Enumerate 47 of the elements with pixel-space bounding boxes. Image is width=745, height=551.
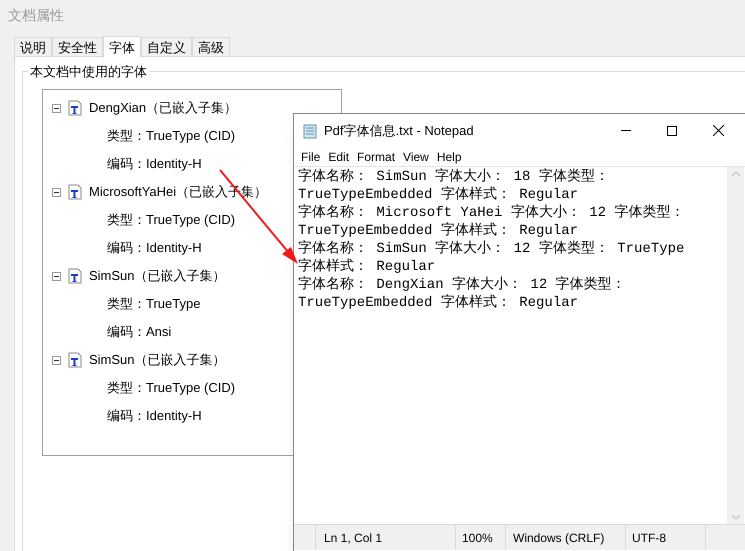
collapse-icon[interactable]	[52, 104, 61, 112]
notepad-title: Pdf字体信息.txt - Notepad	[324, 122, 474, 140]
font-name[interactable]: SimSun（已嵌入子集）	[89, 350, 226, 370]
collapse-icon[interactable]	[52, 356, 61, 364]
text-line: TrueTypeEmbedded 字体样式： Regular	[298, 222, 578, 240]
status-text: Ln 1, Col 1	[316, 525, 456, 550]
font-property: 类型：TrueType (CID)	[107, 379, 236, 398]
status-text: 100%	[456, 525, 506, 550]
text-line: 字体样式： Regular	[298, 258, 436, 276]
maximize-icon	[667, 126, 677, 136]
font-property: 类型：TrueType	[107, 295, 200, 314]
text-line: 字体名称： SimSun 字体大小： 12 字体类型： TrueType	[298, 240, 684, 258]
notepad-icon	[302, 122, 318, 138]
text-line: 字体名称： Microsoft YaHei 字体大小： 12 字体类型：	[298, 204, 684, 222]
window-title: 文档属性	[8, 6, 64, 25]
tab[interactable]: 字体	[103, 36, 141, 58]
text-line: 字体名称： SimSun 字体大小： 18 字体类型：	[298, 168, 609, 186]
menu-item[interactable]: View	[399, 148, 433, 166]
status-text: Windows (CRLF)	[506, 525, 626, 550]
tab[interactable]: 自定义	[141, 37, 192, 57]
status-text: UTF-8	[626, 525, 706, 550]
font-property: 编码：Identity-H	[107, 239, 202, 258]
collapse-icon[interactable]	[52, 188, 61, 196]
menu-item[interactable]: Edit	[324, 148, 354, 166]
text-line: 字体名称： DengXian 字体大小： 12 字体类型：	[298, 276, 626, 294]
tab[interactable]: 说明	[14, 37, 52, 57]
font-file-icon	[67, 184, 83, 200]
collapse-icon[interactable]	[52, 272, 61, 280]
menu-item[interactable]: Help	[432, 148, 466, 166]
font-property: 编码：Identity-H	[107, 155, 202, 174]
font-file-icon	[67, 100, 83, 116]
font-property: 编码：Identity-H	[107, 407, 202, 426]
font-file-icon	[67, 268, 83, 284]
text-line: TrueTypeEmbedded 字体样式： Regular	[298, 186, 578, 204]
tab[interactable]: 安全性	[52, 37, 103, 57]
font-property: 类型：TrueType (CID)	[107, 211, 236, 230]
font-file-icon	[67, 352, 83, 368]
menu-item[interactable]: File	[297, 148, 324, 166]
close-icon	[712, 125, 724, 136]
font-name[interactable]: SimSun（已嵌入子集）	[89, 266, 226, 286]
minimize-icon	[621, 130, 631, 131]
menu-item[interactable]: Format	[353, 148, 400, 166]
font-name[interactable]: DengXian（已嵌入子集）	[89, 98, 238, 118]
font-property: 类型：TrueType (CID)	[107, 127, 236, 146]
text-line: TrueTypeEmbedded 字体样式： Regular	[298, 294, 578, 312]
tab[interactable]: 高级	[192, 37, 230, 57]
font-property: 编码：Ansi	[107, 323, 172, 342]
